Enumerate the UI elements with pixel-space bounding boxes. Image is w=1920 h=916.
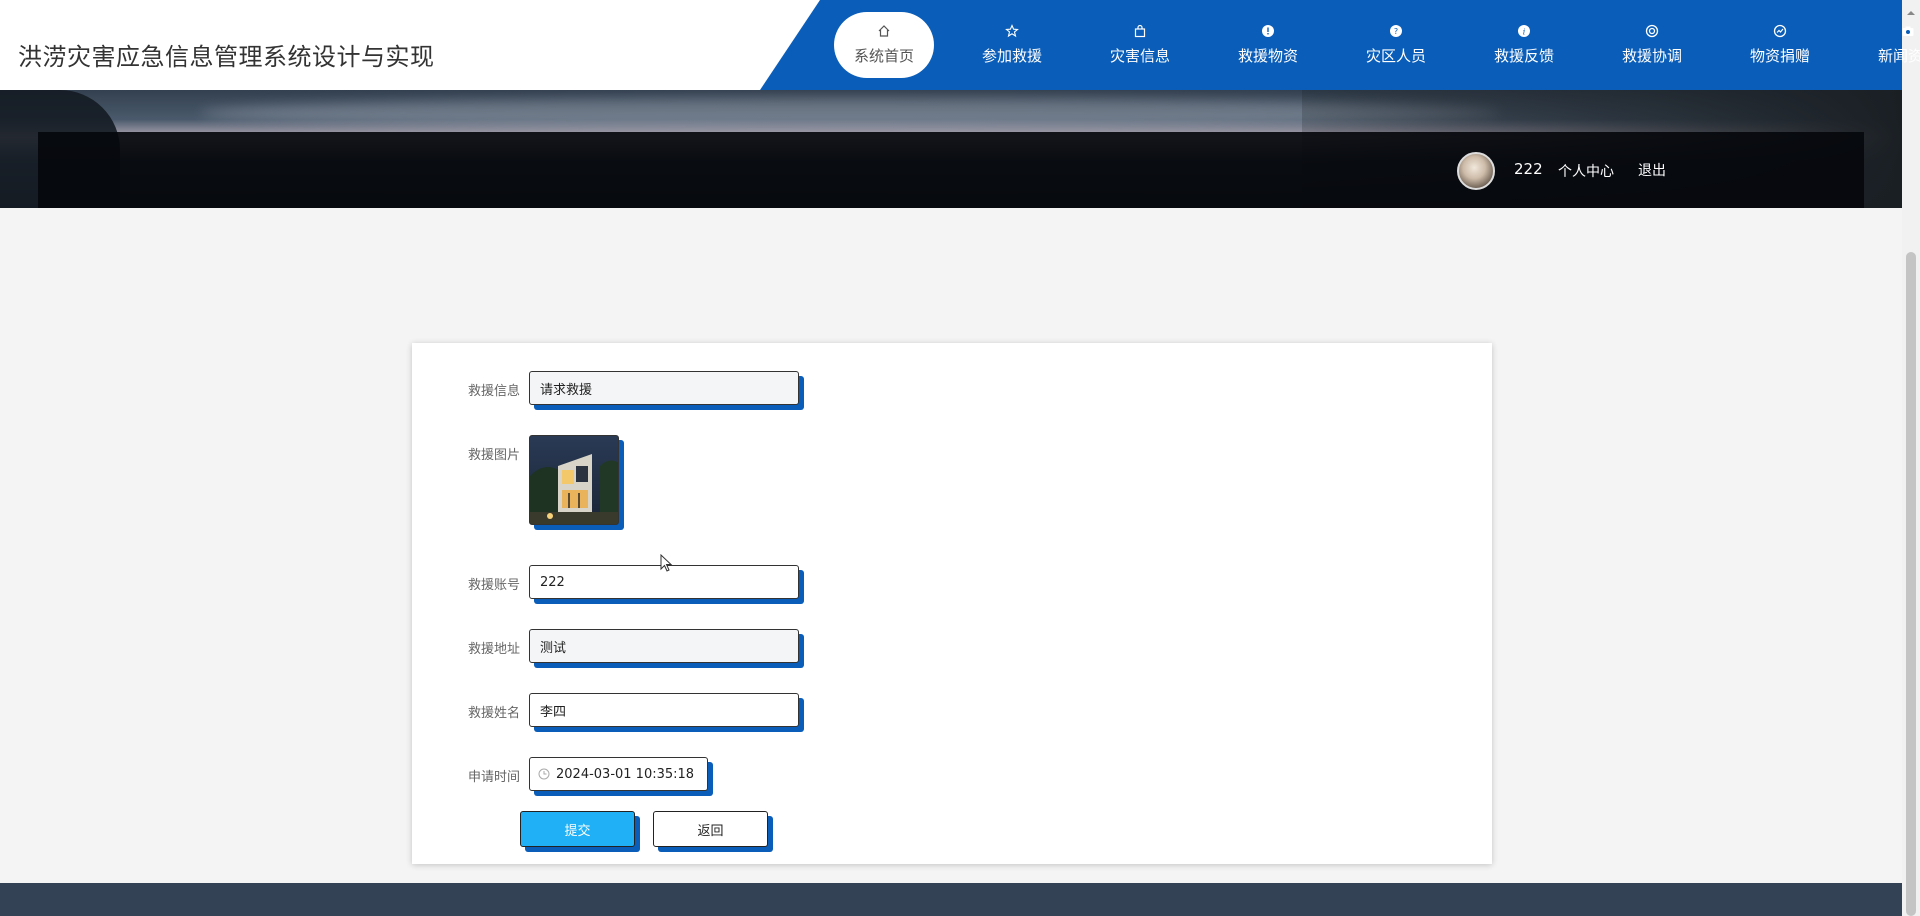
rescue-account-label: 救援账号 — [467, 578, 520, 593]
alert-circle-icon — [1261, 24, 1275, 38]
username: 222 — [1514, 160, 1543, 178]
nav-label: 救援协调 — [1621, 47, 1682, 65]
main-nav: 系统首页 参加救援 灾害信息 救援物资 ? 灾区人员 i 救援反馈 救援协调 物… — [820, 0, 1920, 90]
apply-time-value: 2024-03-01 10:35:18 — [556, 766, 695, 782]
help-circle-icon: ? — [1389, 24, 1403, 38]
apply-time-field[interactable]: 2024-03-01 10:35:18 — [529, 757, 708, 791]
back-button[interactable]: 返回 — [653, 811, 768, 847]
logout-link[interactable]: 退出 — [1638, 160, 1666, 180]
nav-item-news[interactable]: 新闻资讯 — [1844, 0, 1920, 90]
svg-text:?: ? — [1394, 27, 1398, 36]
nav-label: 系统首页 — [853, 47, 914, 65]
rescue-name-label: 救援姓名 — [467, 706, 520, 721]
nav-item-rescue-feedback[interactable]: i 救援反馈 — [1460, 0, 1588, 90]
site-title: 洪涝灾害应急信息管理系统设计与实现 — [18, 43, 435, 71]
nav-label: 物资捐赠 — [1749, 47, 1810, 65]
nav-item-donation[interactable]: 物资捐赠 — [1716, 0, 1844, 90]
avatar[interactable] — [1457, 152, 1495, 190]
nav-label: 救援物资 — [1237, 47, 1298, 65]
rescue-info-label: 救援信息 — [467, 384, 520, 399]
page-footer — [0, 883, 1902, 916]
rescue-image[interactable] — [529, 435, 619, 525]
camera-icon — [1901, 24, 1915, 38]
rescue-address-field[interactable]: 测试 — [529, 629, 799, 663]
nav-label: 救援反馈 — [1493, 47, 1554, 65]
rescue-address-label: 救援地址 — [467, 642, 520, 657]
clock-icon — [538, 768, 550, 780]
nav-label: 新闻资讯 — [1877, 47, 1920, 65]
lifebuoy-icon — [1645, 24, 1659, 38]
personal-center-link[interactable]: 个人中心 — [1558, 161, 1614, 181]
rescue-name-field[interactable]: 李四 — [529, 693, 799, 727]
submit-button[interactable]: 提交 — [520, 811, 635, 847]
star-icon — [1005, 24, 1019, 38]
home-icon — [877, 24, 891, 38]
nav-item-join-rescue[interactable]: 参加救援 — [948, 0, 1076, 90]
nav-item-rescue-coordination[interactable]: 救援协调 — [1588, 0, 1716, 90]
rescue-image-label: 救援图片 — [467, 448, 520, 463]
scrollbar-thumb[interactable] — [1906, 252, 1916, 916]
nav-label: 灾区人员 — [1365, 47, 1426, 65]
rescue-info-field[interactable]: 请求救援 — [529, 371, 799, 405]
info-circle-icon: i — [1517, 24, 1531, 38]
gauge-icon — [1773, 24, 1787, 38]
nav-label: 参加救援 — [981, 47, 1042, 65]
nav-item-disaster-info[interactable]: 灾害信息 — [1076, 0, 1204, 90]
svg-text:i: i — [1523, 27, 1526, 36]
nav-item-disaster-people[interactable]: ? 灾区人员 — [1332, 0, 1460, 90]
nav-item-rescue-supplies[interactable]: 救援物资 — [1204, 0, 1332, 90]
nav-item-home[interactable]: 系统首页 — [820, 0, 948, 90]
mouse-cursor-icon — [660, 553, 674, 574]
bag-icon — [1133, 24, 1147, 38]
apply-time-label: 申请时间 — [467, 770, 520, 785]
nav-label: 灾害信息 — [1109, 47, 1170, 65]
top-header: 洪涝灾害应急信息管理系统设计与实现 系统首页 参加救援 灾害信息 救援物资 ? … — [0, 0, 1920, 90]
